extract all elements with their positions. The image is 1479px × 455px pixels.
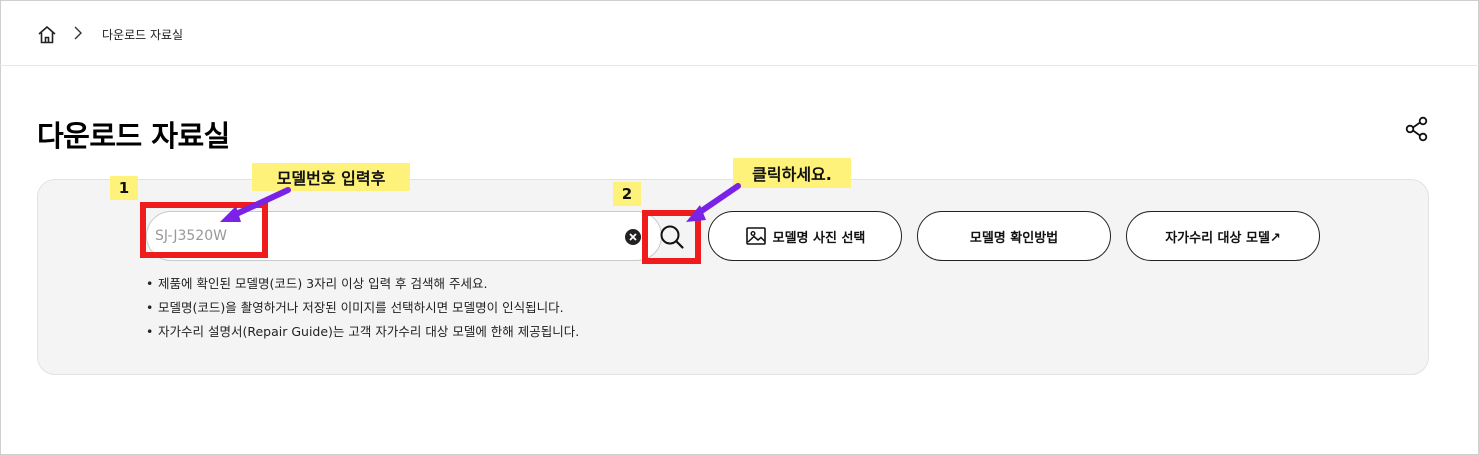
step-number-1: 1 [110, 176, 138, 200]
diy-repair-models-button[interactable]: 자가수리 대상 모델↗ [1126, 211, 1320, 261]
select-model-photo-label: 모델명 사진 선택 [772, 230, 866, 246]
highlight-box-search [642, 210, 701, 264]
callout-click: 클릭하세요. [733, 158, 851, 188]
model-howto-label: 모델명 확인방법 [969, 230, 1059, 246]
note-item: 모델명(코드)을 촬영하거나 저장된 이미지를 선택하시면 모델명이 인식됩니다… [146, 296, 579, 320]
breadcrumb: 다운로드 자료실 [0, 0, 1479, 66]
clear-circle-icon[interactable] [624, 228, 642, 246]
callout-enter-model: 모델번호 입력후 [252, 163, 410, 191]
diy-repair-models-label: 자가수리 대상 모델↗ [1165, 230, 1281, 246]
chevron-right-icon [72, 25, 84, 41]
home-icon[interactable] [37, 25, 57, 45]
page-title: 다운로드 자료실 [37, 119, 230, 153]
breadcrumb-current[interactable]: 다운로드 자료실 [102, 26, 183, 43]
note-item: 자가수리 설명서(Repair Guide)는 고객 자가수리 대상 모델에 한… [146, 320, 579, 344]
model-howto-button[interactable]: 모델명 확인방법 [917, 211, 1111, 261]
image-icon [745, 225, 767, 247]
search-notes: 제품에 확인된 모델명(코드) 3자리 이상 입력 후 검색해 주세요. 모델명… [146, 272, 579, 344]
select-model-photo-button[interactable]: 모델명 사진 선택 [708, 211, 902, 261]
share-icon[interactable] [1403, 115, 1431, 143]
step-number-2: 2 [613, 182, 641, 206]
highlight-box-input [140, 202, 268, 258]
note-item: 제품에 확인된 모델명(코드) 3자리 이상 입력 후 검색해 주세요. [146, 272, 579, 296]
